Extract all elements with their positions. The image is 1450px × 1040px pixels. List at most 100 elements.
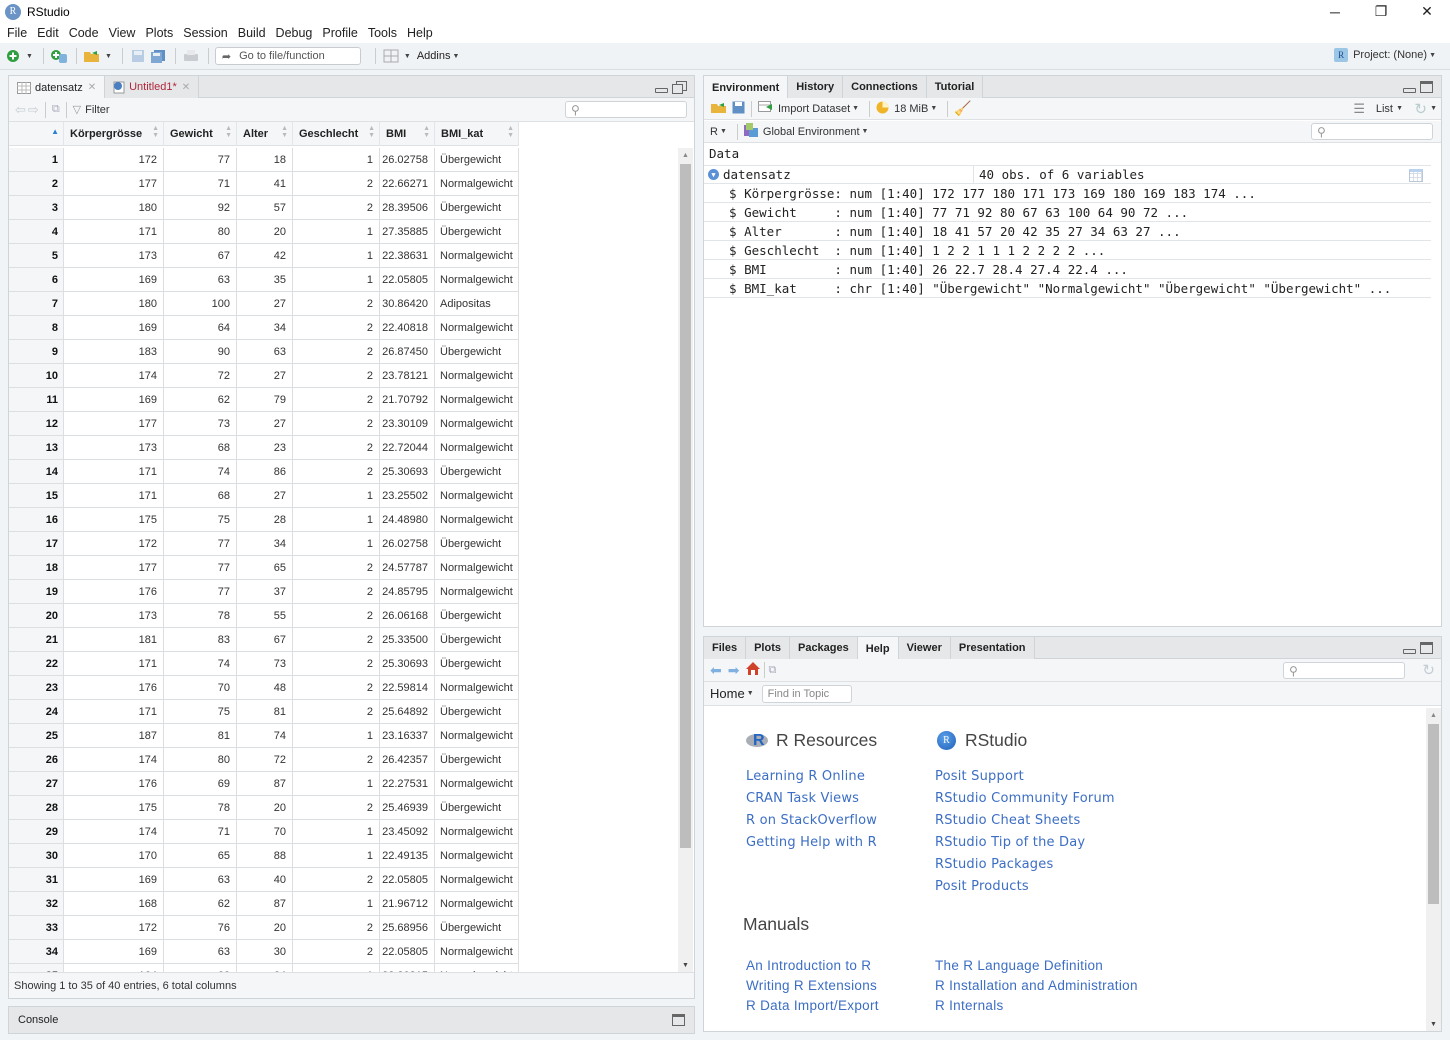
table-row[interactable]: 22 171 74 73 2 25.30693 Übergewicht bbox=[9, 652, 519, 676]
workspace-panes-icon[interactable] bbox=[382, 47, 400, 65]
table-row[interactable]: 351646064122.30815Normalgewicht bbox=[9, 964, 519, 972]
table-row[interactable]: 28 175 78 20 2 25.46939 Übergewicht bbox=[9, 796, 519, 820]
table-row[interactable]: 21 181 83 67 2 25.33500 Übergewicht bbox=[9, 628, 519, 652]
help-link[interactable]: RStudio Community Forum bbox=[935, 791, 1115, 806]
print-icon[interactable] bbox=[182, 47, 200, 65]
table-row[interactable]: 4 171 80 20 1 27.35885 Übergewicht bbox=[9, 220, 519, 244]
help-link[interactable]: Writing R Extensions bbox=[746, 978, 877, 993]
tab-datensatz[interactable]: datensatz ✕ bbox=[9, 76, 106, 99]
environment-search-input[interactable]: ⚲ bbox=[1311, 123, 1433, 140]
menu-profile[interactable]: Profile bbox=[317, 26, 362, 40]
table-row[interactable]: 34 169 63 30 2 22.05805 Normalgewicht bbox=[9, 940, 519, 964]
data-search-input[interactable]: ⚲ bbox=[565, 101, 687, 118]
goto-file-function-input[interactable]: ➦ Go to file/function bbox=[214, 47, 361, 65]
help-home-select[interactable]: Home bbox=[710, 686, 745, 701]
clear-workspace-broom-icon[interactable]: 🧹 bbox=[954, 100, 971, 117]
table-row[interactable]: 5 173 67 42 1 22.38631 Normalgewicht bbox=[9, 244, 519, 268]
column-header-koerpergroesse[interactable]: Körpergrösse ▲ ▼ bbox=[64, 122, 164, 146]
menu-tools[interactable]: Tools bbox=[363, 26, 402, 40]
filter-icon[interactable]: ▽ bbox=[73, 103, 81, 116]
expand-toggle-icon[interactable]: ▼ bbox=[708, 169, 719, 180]
help-link[interactable]: CRAN Task Views bbox=[746, 791, 859, 806]
table-row[interactable]: 24 171 75 81 2 25.64892 Übergewicht bbox=[9, 700, 519, 724]
environment-dropdown-icon[interactable]: ▼ bbox=[862, 128, 869, 135]
tab-environment[interactable]: Environment bbox=[704, 76, 789, 99]
addins-dropdown-icon[interactable]: ▼ bbox=[452, 53, 459, 60]
new-file-dropdown-icon[interactable]: ▼ bbox=[26, 53, 33, 60]
table-scrollbar[interactable]: ▲ ▼ bbox=[678, 148, 693, 972]
scroll-down-icon[interactable]: ▼ bbox=[678, 958, 693, 972]
load-workspace-icon[interactable] bbox=[710, 101, 727, 117]
help-link[interactable]: Learning R Online bbox=[746, 769, 865, 784]
popout-icon[interactable]: ⧉ bbox=[52, 103, 60, 116]
env-object-row[interactable]: ▼ datensatz 40 obs. of 6 variables bbox=[704, 165, 1431, 184]
project-menu[interactable]: R Project: (None) ▼ bbox=[1334, 48, 1440, 62]
table-row[interactable]: 6 169 63 35 1 22.05805 Normalgewicht bbox=[9, 268, 519, 292]
help-scrollbar[interactable]: ▲ ▼ bbox=[1426, 708, 1441, 1031]
help-link[interactable]: R Data Import/Export bbox=[746, 998, 879, 1013]
minimize-button[interactable]: ─ bbox=[1312, 0, 1358, 23]
close-tab-icon[interactable]: ✕ bbox=[182, 82, 190, 93]
table-row[interactable]: 19 176 77 37 2 24.85795 Normalgewicht bbox=[9, 580, 519, 604]
column-header-bmi[interactable]: BMI ▲ ▼ bbox=[380, 122, 435, 146]
filter-button[interactable]: Filter bbox=[85, 104, 109, 116]
scrollbar-thumb[interactable] bbox=[1428, 724, 1439, 904]
table-row[interactable]: 7 180 100 27 2 30.86420 Adipositas bbox=[9, 292, 519, 316]
import-dataset-button[interactable]: Import Dataset bbox=[778, 103, 850, 115]
scroll-up-icon[interactable]: ▲ bbox=[678, 148, 693, 162]
table-row[interactable]: 12 177 73 27 2 23.30109 Normalgewicht bbox=[9, 412, 519, 436]
restore-pane-button[interactable] bbox=[672, 81, 687, 94]
menu-build[interactable]: Build bbox=[233, 26, 271, 40]
menu-edit[interactable]: Edit bbox=[32, 26, 64, 40]
table-row[interactable]: 8 169 64 34 2 22.40818 Normalgewicht bbox=[9, 316, 519, 340]
table-row[interactable]: 32 168 62 87 1 21.96712 Normalgewicht bbox=[9, 892, 519, 916]
menu-file[interactable]: File bbox=[2, 26, 32, 40]
tab-viewer[interactable]: Viewer bbox=[898, 637, 951, 659]
table-row[interactable]: 23 176 70 48 2 22.59814 Normalgewicht bbox=[9, 676, 519, 700]
table-row[interactable]: 31 169 63 40 2 22.05805 Normalgewicht bbox=[9, 868, 519, 892]
save-icon[interactable] bbox=[129, 47, 147, 65]
help-link[interactable]: Posit Products bbox=[935, 879, 1029, 894]
minimize-pane-button[interactable] bbox=[1403, 649, 1416, 654]
view-mode-select[interactable]: List bbox=[1376, 103, 1393, 115]
save-all-icon[interactable] bbox=[149, 47, 167, 65]
console-pane[interactable]: Console bbox=[8, 1006, 695, 1034]
help-refresh-icon[interactable]: ↻ bbox=[1422, 661, 1435, 679]
memory-usage-button[interactable]: 18 MiB bbox=[894, 103, 928, 115]
help-home-dropdown-icon[interactable]: ▼ bbox=[747, 690, 754, 697]
tab-history[interactable]: History bbox=[788, 76, 844, 98]
language-dropdown-icon[interactable]: ▼ bbox=[720, 128, 727, 135]
new-project-icon[interactable] bbox=[50, 47, 68, 65]
row-number-header[interactable]: ▲ bbox=[9, 122, 64, 146]
memory-dropdown-icon[interactable]: ▼ bbox=[930, 105, 937, 112]
tab-presentation[interactable]: Presentation bbox=[950, 637, 1035, 659]
back-icon[interactable]: ⇦ bbox=[15, 102, 26, 118]
open-file-icon[interactable] bbox=[83, 47, 101, 65]
help-search-input[interactable]: ⚲ bbox=[1283, 662, 1405, 679]
table-row[interactable]: 15 171 68 27 1 23.25502 Normalgewicht bbox=[9, 484, 519, 508]
table-row[interactable]: 18 177 77 65 2 24.57787 Normalgewicht bbox=[9, 556, 519, 580]
popout-help-icon[interactable]: ⧉ bbox=[768, 664, 776, 677]
help-link[interactable]: R on StackOverflow bbox=[746, 813, 877, 828]
tab-help[interactable]: Help bbox=[857, 637, 899, 660]
help-link[interactable]: Getting Help with R bbox=[746, 835, 877, 850]
table-row[interactable]: 17 172 77 34 1 26.02758 Übergewicht bbox=[9, 532, 519, 556]
refresh-dropdown-icon[interactable]: ▼ bbox=[1430, 105, 1437, 112]
table-row[interactable]: 20 173 78 55 2 26.06168 Übergewicht bbox=[9, 604, 519, 628]
scroll-down-icon[interactable]: ▼ bbox=[1426, 1017, 1441, 1031]
help-link[interactable]: RStudio Packages bbox=[935, 857, 1053, 872]
view-data-grid-icon[interactable] bbox=[1409, 169, 1423, 182]
find-in-topic-input[interactable]: Find in Topic bbox=[761, 684, 852, 703]
tab-packages[interactable]: Packages bbox=[789, 637, 858, 659]
new-file-icon[interactable] bbox=[4, 47, 22, 65]
help-forward-icon[interactable]: ➡ bbox=[728, 662, 740, 679]
close-tab-icon[interactable]: ✕ bbox=[88, 82, 96, 93]
refresh-icon[interactable]: ↻ bbox=[1414, 100, 1427, 118]
scroll-up-icon[interactable]: ▲ bbox=[1426, 708, 1441, 722]
forward-icon[interactable]: ⇨ bbox=[28, 102, 39, 118]
table-row[interactable]: 11 169 62 79 2 21.70792 Normalgewicht bbox=[9, 388, 519, 412]
table-row[interactable]: 2 177 71 41 2 22.66271 Normalgewicht bbox=[9, 172, 519, 196]
table-row[interactable]: 26 174 80 72 2 26.42357 Übergewicht bbox=[9, 748, 519, 772]
menu-debug[interactable]: Debug bbox=[271, 26, 318, 40]
help-back-icon[interactable]: ⬅ bbox=[710, 662, 722, 679]
